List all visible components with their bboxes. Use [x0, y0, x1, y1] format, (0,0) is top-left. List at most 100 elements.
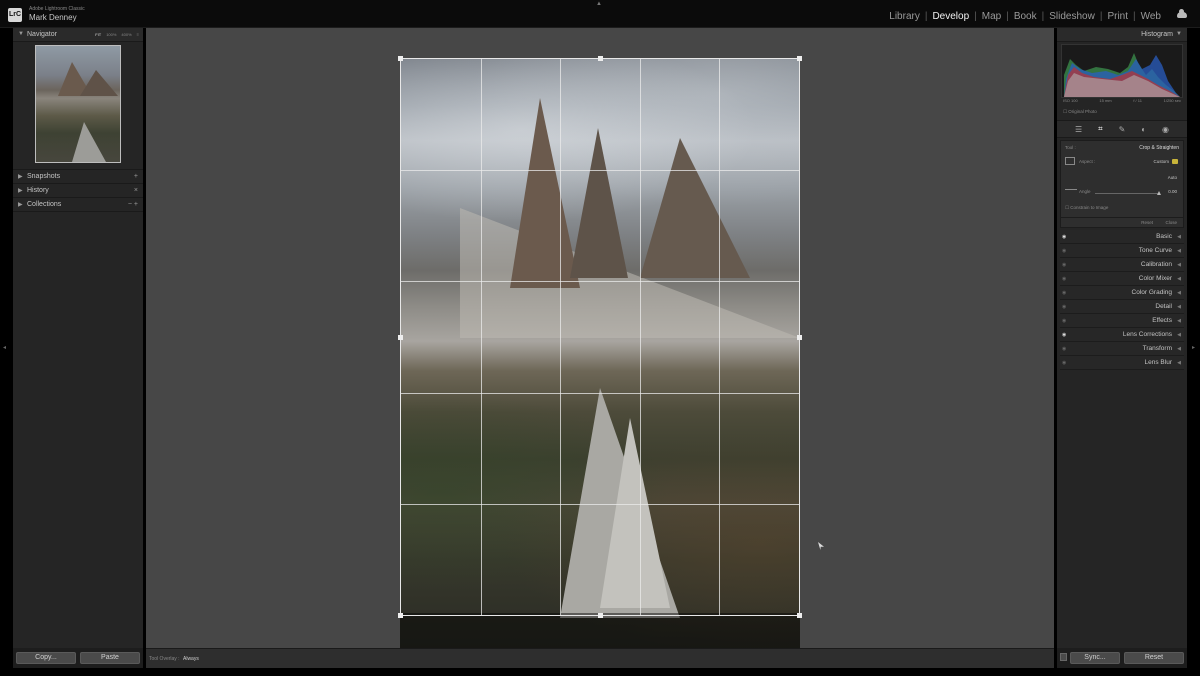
angle-slider[interactable]: [1095, 191, 1161, 195]
collapse-triangle-icon[interactable]: ◀: [1177, 360, 1181, 366]
reset-button[interactable]: Reset: [1124, 652, 1184, 664]
original-photo-label: Original Photo: [1068, 109, 1097, 114]
collapse-triangle-icon[interactable]: ◀: [1177, 304, 1181, 310]
expand-triangle-icon[interactable]: ▶: [18, 187, 23, 194]
eye-icon[interactable]: ◉: [1062, 360, 1066, 366]
panel-tone-curve[interactable]: ◉ Tone Curve ◀: [1060, 244, 1184, 258]
auto-button[interactable]: Auto: [1168, 175, 1177, 180]
eye-icon[interactable]: ◉: [1062, 234, 1066, 240]
eye-icon[interactable]: ◉: [1062, 248, 1066, 254]
collapse-triangle-icon[interactable]: ◀: [1177, 234, 1181, 240]
crop-handle-bottom-right[interactable]: [797, 613, 802, 618]
eye-icon[interactable]: ◉: [1062, 262, 1066, 268]
collapse-triangle-icon[interactable]: ▼: [18, 31, 24, 37]
crop-handle-top-left[interactable]: [398, 56, 403, 61]
zoom-400[interactable]: 400%: [121, 32, 131, 37]
collapse-top-arrow-icon[interactable]: ▲: [596, 1, 602, 7]
module-print[interactable]: Print: [1106, 11, 1129, 22]
panel-effects[interactable]: ◉ Effects ◀: [1060, 314, 1184, 328]
angle-slider-thumb[interactable]: [1157, 191, 1161, 195]
crop-handle-bottom[interactable]: [598, 613, 603, 618]
collapse-triangle-icon[interactable]: ▼: [1176, 31, 1182, 37]
navigator-header[interactable]: ▼ Navigator FIT 100% 400% ≡: [13, 28, 143, 42]
eye-icon[interactable]: ◉: [1062, 346, 1066, 352]
crop-icon[interactable]: ⌗: [1098, 124, 1103, 134]
copy-button[interactable]: Copy...: [16, 652, 76, 664]
module-library[interactable]: Library: [888, 11, 921, 22]
sliders-icon[interactable]: ☰: [1075, 125, 1082, 134]
zoom-100[interactable]: 100%: [106, 32, 116, 37]
section-action-icon[interactable]: − +: [128, 201, 138, 208]
panel-lens-corrections[interactable]: ◉ Lens Corrections ◀: [1060, 328, 1184, 342]
histogram-header[interactable]: Histogram ▼: [1057, 28, 1187, 42]
crop-handle-left[interactable]: [398, 335, 403, 340]
crop-handle-right[interactable]: [797, 335, 802, 340]
module-web[interactable]: Web: [1140, 11, 1162, 22]
panel-lens-blur[interactable]: ◉ Lens Blur ◀: [1060, 356, 1184, 370]
left-panel-toggle-icon[interactable]: ◂: [3, 344, 6, 351]
panel-basic[interactable]: ◉ Basic ◀: [1060, 230, 1184, 244]
cloud-sync-icon[interactable]: [1177, 9, 1187, 18]
crop-handle-top[interactable]: [598, 56, 603, 61]
masking-icon[interactable]: ◐: [1141, 125, 1146, 134]
user-name[interactable]: Mark Denney: [29, 13, 77, 22]
top-bar: LrC Adobe Lightroom Classic Mark Denney …: [0, 0, 1200, 28]
collapse-triangle-icon[interactable]: ◀: [1177, 332, 1181, 338]
navigator-preview: [13, 42, 143, 170]
module-develop[interactable]: Develop: [931, 11, 970, 22]
straighten-tool-icon[interactable]: [1065, 189, 1077, 195]
collapse-triangle-icon[interactable]: ◀: [1177, 262, 1181, 268]
auto-sync-toggle[interactable]: [1060, 653, 1067, 661]
section-history[interactable]: ▶ History ×: [13, 184, 143, 198]
module-slideshow[interactable]: Slideshow: [1048, 11, 1096, 22]
collapse-triangle-icon[interactable]: ◀: [1177, 318, 1181, 324]
lock-icon[interactable]: [1172, 159, 1178, 164]
expand-triangle-icon[interactable]: ▶: [18, 201, 23, 208]
heal-icon[interactable]: ✎: [1119, 125, 1126, 134]
section-action-icon[interactable]: ×: [134, 187, 138, 194]
histogram-graph[interactable]: [1061, 44, 1183, 98]
redeye-icon[interactable]: ◉: [1162, 125, 1169, 134]
eye-icon[interactable]: ◉: [1062, 318, 1066, 324]
section-action-icon[interactable]: +: [134, 173, 138, 180]
constrain-checkbox[interactable]: ☐ Constrain to Image: [1065, 205, 1108, 211]
crop-settings-panel: Tool : Crop & Straighten Aspect : Custom…: [1060, 140, 1184, 228]
panel-transform[interactable]: ◉ Transform ◀: [1060, 342, 1184, 356]
image-canvas[interactable]: [146, 28, 1054, 648]
zoom-fit[interactable]: FIT: [95, 32, 101, 37]
eye-icon[interactable]: ◉: [1062, 332, 1066, 338]
section-collections[interactable]: ▶ Collections − +: [13, 198, 143, 212]
eye-icon[interactable]: ◉: [1062, 276, 1066, 282]
panel-color-grading[interactable]: ◉ Color Grading ◀: [1060, 286, 1184, 300]
crop-reset-button[interactable]: Reset: [1141, 220, 1153, 225]
eye-icon[interactable]: ◉: [1062, 290, 1066, 296]
navigator-zoom-options: FIT 100% 400% ≡: [95, 32, 139, 37]
zoom-menu-icon[interactable]: ≡: [137, 32, 139, 37]
panel-calibration[interactable]: ◉ Calibration ◀: [1060, 258, 1184, 272]
tool-overlay-select[interactable]: Always: [183, 656, 199, 662]
crop-overlay[interactable]: [398, 56, 802, 618]
module-book[interactable]: Book: [1013, 11, 1038, 22]
panel-color-mixer[interactable]: ◉ Color Mixer ◀: [1060, 272, 1184, 286]
collapse-triangle-icon[interactable]: ◀: [1177, 276, 1181, 282]
expand-triangle-icon[interactable]: ▶: [18, 173, 23, 180]
aspect-crop-icon[interactable]: [1065, 157, 1075, 165]
crop-handle-bottom-left[interactable]: [398, 613, 403, 618]
eye-icon[interactable]: ◉: [1062, 304, 1066, 310]
right-panel-toggle-icon[interactable]: ▸: [1192, 344, 1195, 351]
navigator-thumbnail[interactable]: [35, 45, 121, 163]
aspect-select[interactable]: Custom: [1153, 159, 1169, 164]
collapse-triangle-icon[interactable]: ◀: [1177, 248, 1181, 254]
sync-button[interactable]: Sync...: [1070, 652, 1120, 664]
angle-value[interactable]: 0.00: [1168, 189, 1177, 194]
section-snapshots[interactable]: ▶ Snapshots +: [13, 170, 143, 184]
readout-iso: ISO 100: [1063, 98, 1078, 103]
crop-handle-top-right[interactable]: [797, 56, 802, 61]
collapse-triangle-icon[interactable]: ◀: [1177, 290, 1181, 296]
crop-close-button[interactable]: Close: [1165, 220, 1177, 225]
paste-button[interactable]: Paste: [80, 652, 140, 664]
module-map[interactable]: Map: [981, 11, 1002, 22]
panel-detail[interactable]: ◉ Detail ◀: [1060, 300, 1184, 314]
collapse-triangle-icon[interactable]: ◀: [1177, 346, 1181, 352]
original-photo-checkbox[interactable]: ☐ Original Photo: [1063, 109, 1097, 115]
